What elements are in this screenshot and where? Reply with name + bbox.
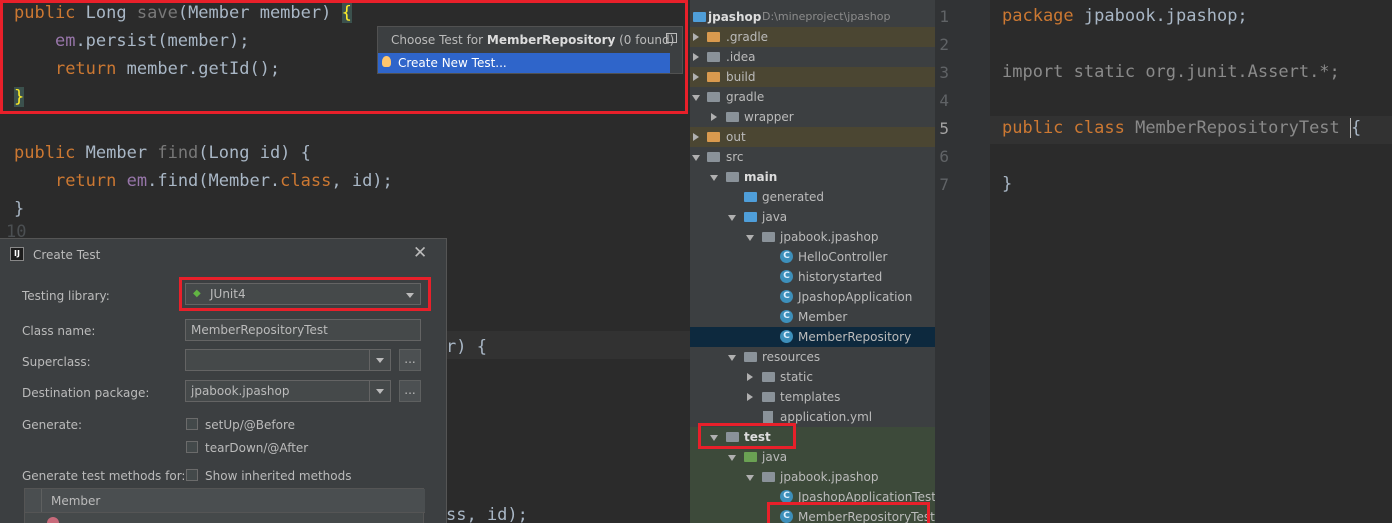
highlight-box-test-folder	[698, 423, 796, 449]
yaml-file-icon	[763, 411, 773, 423]
generate-label: Generate:	[22, 418, 83, 432]
folder-icon	[762, 392, 775, 402]
folder-icon	[707, 132, 720, 142]
tree-item-resources[interactable]: resources	[690, 347, 935, 367]
tree-item-memberrepository[interactable]: C MemberRepository	[690, 327, 935, 347]
superclass-label: Superclass:	[22, 355, 91, 369]
folder-icon	[707, 72, 720, 82]
tree-item-package-test[interactable]: jpabook.jpashop	[690, 467, 935, 487]
close-icon[interactable]: ✕	[413, 243, 427, 263]
class-closing-brace: }	[1002, 174, 1013, 194]
tree-item-gradle-dot[interactable]: .gradle	[690, 27, 935, 47]
resources-folder-icon	[744, 352, 757, 362]
class-icon: C	[780, 310, 793, 323]
chevron-down-icon[interactable]	[369, 381, 390, 401]
tree-item-templates[interactable]: templates	[690, 387, 935, 407]
tree-item-generated[interactable]: generated	[690, 187, 935, 207]
code-line-find-return: return em.find(Member.class, id);	[54, 171, 393, 191]
folder-icon	[707, 92, 720, 102]
line-number-gutter: 1 2 3 4 5 6 7	[935, 0, 990, 523]
class-declaration: public class MemberRepositoryTest {	[1002, 118, 1362, 138]
superclass-select[interactable]	[185, 349, 391, 371]
tree-item-java-main[interactable]: java	[690, 207, 935, 227]
tree-item-src[interactable]: src	[690, 147, 935, 167]
class-icon: C	[780, 250, 793, 263]
methods-table-header: Member	[25, 489, 425, 513]
show-inherited-checkbox[interactable]	[186, 469, 198, 481]
class-icon: C	[780, 330, 793, 343]
generate-methods-label: Generate test methods for:	[22, 469, 186, 483]
package-icon	[762, 472, 775, 482]
import-statement: import static org.junit.Assert.*;	[1002, 62, 1340, 82]
teardown-checkbox[interactable]	[186, 441, 198, 453]
lightbulb-icon	[382, 56, 391, 67]
superclass-browse-button[interactable]: ...	[399, 349, 421, 371]
create-new-test-item[interactable]: Create New Test...	[378, 53, 670, 73]
destination-browse-button[interactable]: ...	[399, 380, 421, 402]
tree-item-main[interactable]: main	[690, 167, 935, 187]
highlight-box-new-test-class	[767, 502, 930, 523]
source-folder-icon	[744, 212, 757, 222]
tree-item-member[interactable]: C Member	[690, 307, 935, 327]
tree-item-wrapper[interactable]: wrapper	[690, 107, 935, 127]
tree-item-gradle[interactable]: gradle	[690, 87, 935, 107]
package-statement: package jpabook.jpashop;	[1002, 6, 1248, 26]
class-name-input[interactable]: MemberRepositoryTest	[185, 319, 421, 341]
tree-item-build[interactable]: build	[690, 67, 935, 87]
method-icon	[47, 517, 59, 523]
code-fragment-bottom: ss, id);	[446, 505, 528, 523]
tree-item-historystarted[interactable]: C historystarted	[690, 267, 935, 287]
tree-item-java-test[interactable]: java	[690, 447, 935, 467]
popup-header: Choose Test for MemberRepository (0 foun…	[391, 33, 675, 47]
pin-icon[interactable]	[666, 33, 677, 43]
dialog-title: Create Test	[33, 248, 101, 262]
tree-item-jpashopapplication[interactable]: C JpashopApplication	[690, 287, 935, 307]
class-icon: C	[780, 270, 793, 283]
code-fragment-right: r) {	[446, 337, 487, 357]
highlight-box-testing-library	[179, 277, 431, 311]
setup-checkbox-label: setUp/@Before	[205, 418, 296, 432]
create-test-dialog[interactable]: IJ Create Test ✕ Testing library: ◆ JUni…	[0, 238, 447, 523]
tree-item-out[interactable]: out	[690, 127, 935, 147]
teardown-checkbox-label: tearDown/@After	[205, 441, 309, 455]
source-folder-icon	[744, 192, 757, 202]
class-name-label: Class name:	[22, 324, 96, 338]
code-editor-right[interactable]: 1 2 3 4 5 6 7 package jpabook.jpashop; i…	[935, 0, 1392, 523]
methods-table[interactable]: Member	[24, 488, 425, 523]
tree-item-idea[interactable]: .idea	[690, 47, 935, 67]
destination-package-label: Destination package:	[22, 386, 150, 400]
project-tree-panel[interactable]: jpashop D:\mineproject\jpashop .gradle .…	[690, 0, 935, 523]
folder-icon	[726, 172, 739, 182]
testing-library-label: Testing library:	[22, 289, 110, 303]
tree-item-hellocontroller[interactable]: C HelloController	[690, 247, 935, 267]
code-line-find: public Member find(Long id) {	[14, 143, 311, 163]
folder-icon	[726, 112, 739, 122]
tree-item-package-main[interactable]: jpabook.jpashop	[690, 227, 935, 247]
tree-root[interactable]: jpashop D:\mineproject\jpashop	[690, 7, 935, 27]
folder-icon	[707, 152, 720, 162]
folder-icon	[707, 52, 720, 62]
setup-checkbox[interactable]	[186, 418, 198, 430]
code-editor-left[interactable]: public Long save(Member member) { em.per…	[0, 0, 690, 523]
folder-icon	[707, 32, 720, 42]
destination-package-select[interactable]: jpabook.jpashop	[185, 380, 391, 402]
folder-icon	[762, 372, 775, 382]
chevron-down-icon[interactable]	[369, 350, 390, 370]
show-inherited-label: Show inherited methods	[205, 469, 352, 483]
tree-item-static[interactable]: static	[690, 367, 935, 387]
test-source-folder-icon	[744, 452, 757, 462]
module-folder-icon	[693, 12, 706, 22]
class-icon: C	[780, 290, 793, 303]
intellij-logo-icon: IJ	[10, 247, 24, 261]
choose-test-popup[interactable]: Choose Test for MemberRepository (0 foun…	[377, 26, 683, 74]
package-icon	[762, 232, 775, 242]
